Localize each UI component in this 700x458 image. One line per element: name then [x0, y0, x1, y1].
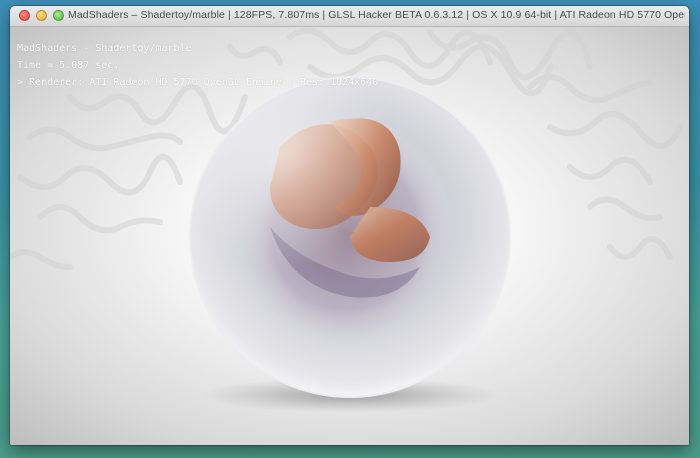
hud-renderer: > Renderer: ATI Radeon HD 5770 OpenGL En…: [17, 77, 379, 88]
app-window: MadShaders – Shadertoy/marble | 128FPS, …: [10, 6, 689, 445]
hud-time: Time = 5.087 sec.: [17, 60, 120, 71]
zoom-button[interactable]: [53, 10, 64, 21]
render-viewport[interactable]: MadShaders - Shadertoy/marble Time = 5.0…: [10, 27, 689, 445]
close-button[interactable]: [19, 10, 30, 21]
hud-overlay: MadShaders - Shadertoy/marble Time = 5.0…: [17, 40, 378, 91]
hud-demo-name: MadShaders - Shadertoy/marble: [17, 43, 192, 54]
minimize-button[interactable]: [36, 10, 47, 21]
window-title: MadShaders – Shadertoy/marble | 128FPS, …: [68, 9, 685, 21]
title-bar[interactable]: MadShaders – Shadertoy/marble | 128FPS, …: [10, 6, 689, 27]
